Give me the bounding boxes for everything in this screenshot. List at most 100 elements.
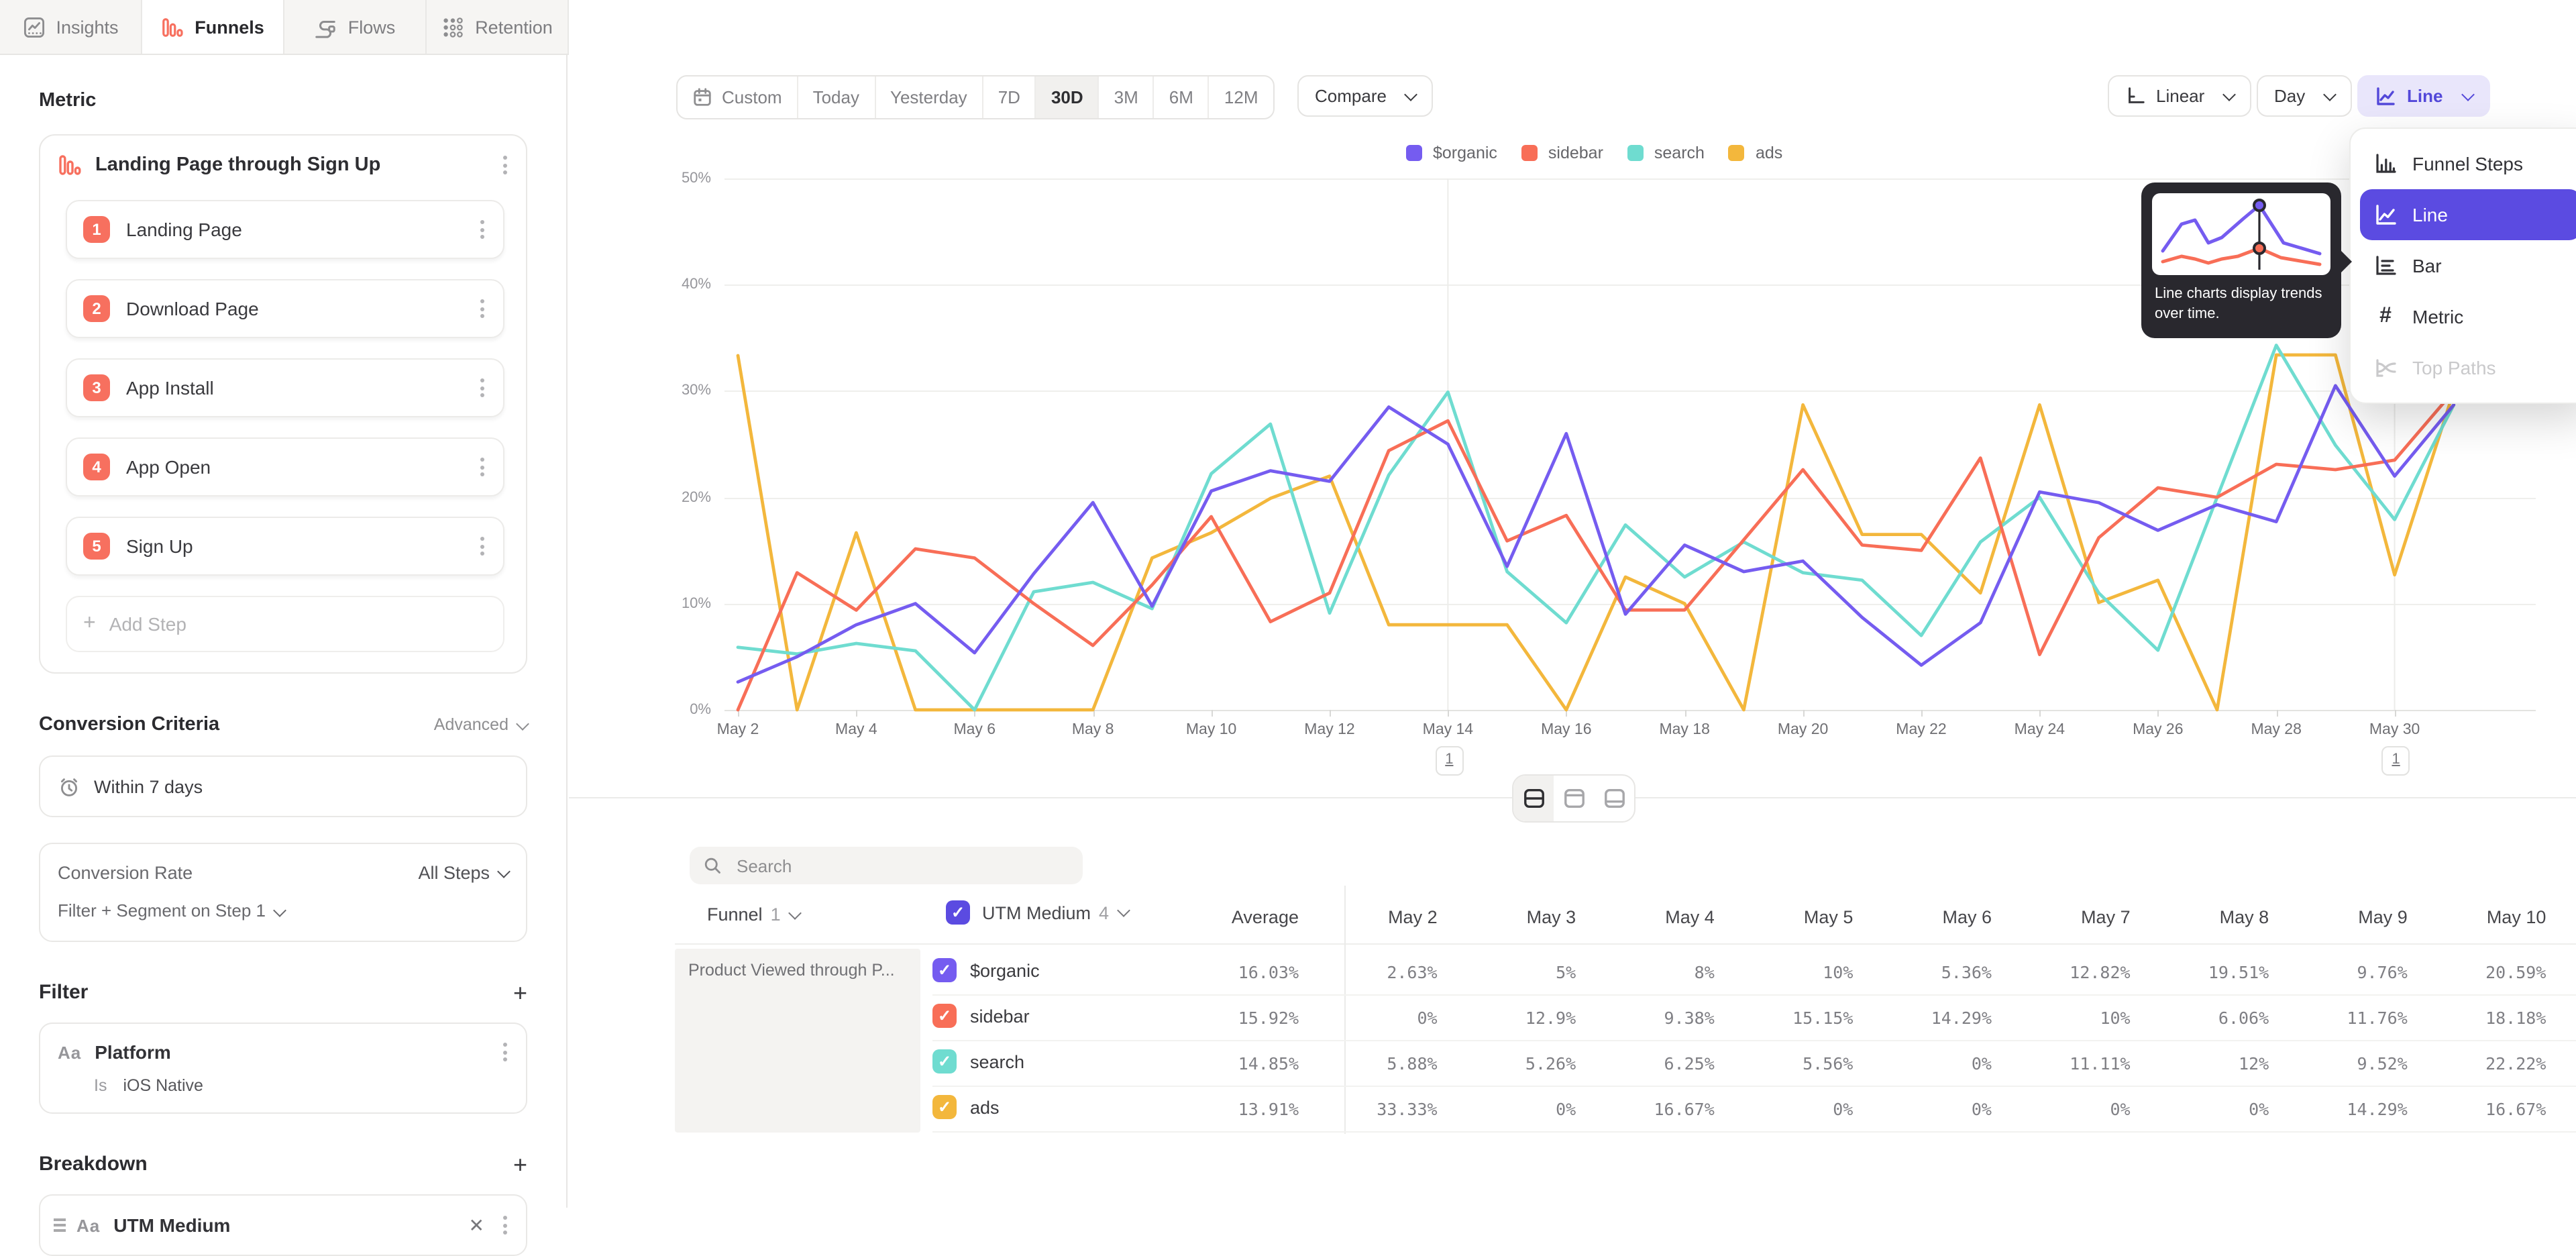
column-header-may-8[interactable]: May 8 [2135, 907, 2269, 927]
column-header-may-10[interactable]: May 10 [2412, 907, 2546, 927]
funnel-step-5[interactable]: 5Sign Up [66, 517, 504, 576]
legend-item-search[interactable]: search [1627, 144, 1705, 162]
range-custom[interactable]: Custom [678, 76, 798, 118]
table-search[interactable] [690, 847, 1083, 884]
filter-operator[interactable]: Is [94, 1076, 107, 1095]
filter-segment-dropdown[interactable]: Filter + Segment on Step 1 [58, 900, 284, 921]
funnel-title-row[interactable]: Landing Page through Sign Up [58, 153, 510, 177]
menu-item-metric[interactable]: #Metric [2360, 291, 2576, 342]
table-row-name-search[interactable]: ✓search [932, 1049, 1024, 1074]
range-3m[interactable]: 3M [1099, 76, 1155, 118]
step-kebab-menu[interactable] [478, 455, 487, 479]
funnel-step-4[interactable]: 4App Open [66, 437, 504, 496]
series-checkbox[interactable]: ✓ [932, 1049, 957, 1074]
filter-property-name[interactable]: Platform [95, 1041, 500, 1063]
column-header-average[interactable]: Average [1165, 907, 1299, 927]
series-line-ads[interactable] [738, 355, 2454, 710]
step-kebab-menu[interactable] [478, 534, 487, 558]
table-row-name-sidebar[interactable]: ✓sidebar [932, 1004, 1030, 1028]
table-row-name-organic[interactable]: ✓$organic [932, 958, 1040, 982]
range-label: 6M [1169, 87, 1193, 107]
table-group-cell[interactable]: Product Viewed through P... [675, 949, 920, 1133]
drag-handle-icon[interactable] [48, 1214, 71, 1237]
menu-item-funnel-steps[interactable]: Funnel Steps [2360, 138, 2576, 189]
funnel-step-1[interactable]: 1Landing Page [66, 200, 504, 259]
breakdown-property-name[interactable]: UTM Medium [113, 1214, 468, 1236]
range-yesterday[interactable]: Yesterday [875, 76, 983, 118]
add-step-button[interactable]: + Add Step [66, 596, 504, 652]
tab-retention[interactable]: Retention [427, 0, 569, 54]
search-input[interactable] [734, 854, 1069, 877]
remove-breakdown-icon[interactable]: ✕ [469, 1214, 484, 1237]
step-kebab-menu[interactable] [478, 297, 487, 321]
range-30d[interactable]: 30D [1036, 76, 1099, 118]
column-header-may-4[interactable]: May 4 [1580, 907, 1715, 927]
tab-insights[interactable]: Insights [0, 0, 142, 54]
filter-value[interactable]: iOS Native [123, 1076, 203, 1095]
column-header-may-7[interactable]: May 7 [1996, 907, 2131, 927]
layout-chart-button[interactable] [1554, 776, 1594, 821]
range-7d[interactable]: 7D [983, 76, 1036, 118]
funnel-column-header[interactable]: Funnel 1 [707, 904, 800, 925]
menu-item-line[interactable]: Line [2360, 189, 2576, 240]
add-filter-button[interactable]: + [513, 983, 527, 1002]
scale-label: Linear [2156, 86, 2204, 106]
column-header-may-3[interactable]: May 3 [1442, 907, 1576, 927]
column-header-may-2[interactable]: May 2 [1303, 907, 1438, 927]
funnel-step-2[interactable]: 2Download Page [66, 279, 504, 338]
range-6m[interactable]: 6M [1155, 76, 1210, 118]
layout-split-button[interactable] [1513, 776, 1554, 821]
column-header-may-6[interactable]: May 6 [1858, 907, 1992, 927]
string-type-icon: Aa [76, 1215, 100, 1235]
legend-item-ads[interactable]: ads [1729, 144, 1782, 162]
menu-item-bar[interactable]: Bar [2360, 240, 2576, 291]
annotation-marker[interactable]: 1 [1435, 746, 1463, 776]
step-number-badge: 1 [83, 216, 110, 243]
x-axis-label: May 14 [1401, 722, 1495, 738]
step-kebab-menu[interactable] [478, 376, 487, 400]
metric-card: Landing Page through Sign Up 1Landing Pa… [39, 134, 527, 674]
table-cell: 16.03% [1165, 962, 1299, 982]
x-axis-label: May 30 [2348, 722, 2442, 738]
tab-funnels[interactable]: Funnels [142, 0, 284, 54]
legend-item-organic[interactable]: $organic [1406, 144, 1497, 162]
table-cell: 12.9% [1442, 1008, 1576, 1028]
column-header-may-5[interactable]: May 5 [1719, 907, 1853, 927]
series-checkbox[interactable]: ✓ [932, 958, 957, 982]
conversion-rate-steps-dropdown[interactable]: All Steps [418, 863, 508, 883]
series-checkbox[interactable]: ✓ [932, 1004, 957, 1028]
range-today[interactable]: Today [798, 76, 875, 118]
table-cell: 5.26% [1442, 1053, 1576, 1074]
annotation-marker[interactable]: 1 [2382, 746, 2410, 776]
range-12m[interactable]: 12M [1210, 76, 1273, 118]
table-cell: 12.82% [1996, 962, 2131, 982]
funnel-steps-list: 1Landing Page 2Download Page 3App Install 4… [58, 200, 510, 576]
legend-swatch [1729, 145, 1745, 161]
table-cell: 0% [1858, 1099, 1992, 1119]
funnel-step-3[interactable]: 3App Install [66, 358, 504, 417]
breakdown-column-header[interactable]: ✓ UTM Medium 4 [946, 900, 1128, 925]
chart-type-dropdown[interactable]: Line [2357, 75, 2489, 117]
report-type-tabbar: InsightsFunnelsFlowsRetention [0, 0, 569, 55]
series-line-organic[interactable] [738, 386, 2454, 682]
step-label: Download Page [126, 298, 478, 319]
series-checkbox[interactable]: ✓ [932, 1095, 957, 1119]
layout-table-button[interactable] [1594, 776, 1634, 821]
interval-dropdown[interactable]: Day [2257, 75, 2352, 117]
funnel-kebab-menu[interactable] [500, 153, 510, 177]
table-row-name-ads[interactable]: ✓ads [932, 1095, 1000, 1119]
metric-heading: Metric [39, 90, 527, 111]
compare-button[interactable]: Compare [1297, 75, 1434, 117]
chart-type-label: Line [2407, 86, 2443, 106]
scale-dropdown[interactable]: Linear [2108, 75, 2251, 117]
legend-item-sidebar[interactable]: sidebar [1521, 144, 1603, 162]
conversion-window-card[interactable]: Within 7 days [39, 755, 527, 817]
add-breakdown-button[interactable]: + [513, 1155, 527, 1173]
column-header-may-9[interactable]: May 9 [2273, 907, 2408, 927]
filter-kebab-menu[interactable] [500, 1040, 510, 1064]
advanced-dropdown[interactable]: Advanced [434, 715, 527, 734]
breakdown-kebab-menu[interactable] [500, 1213, 510, 1237]
step-kebab-menu[interactable] [478, 217, 487, 242]
tab-flows[interactable]: Flows [284, 0, 427, 54]
breakdown-checkbox[interactable]: ✓ [946, 900, 970, 925]
